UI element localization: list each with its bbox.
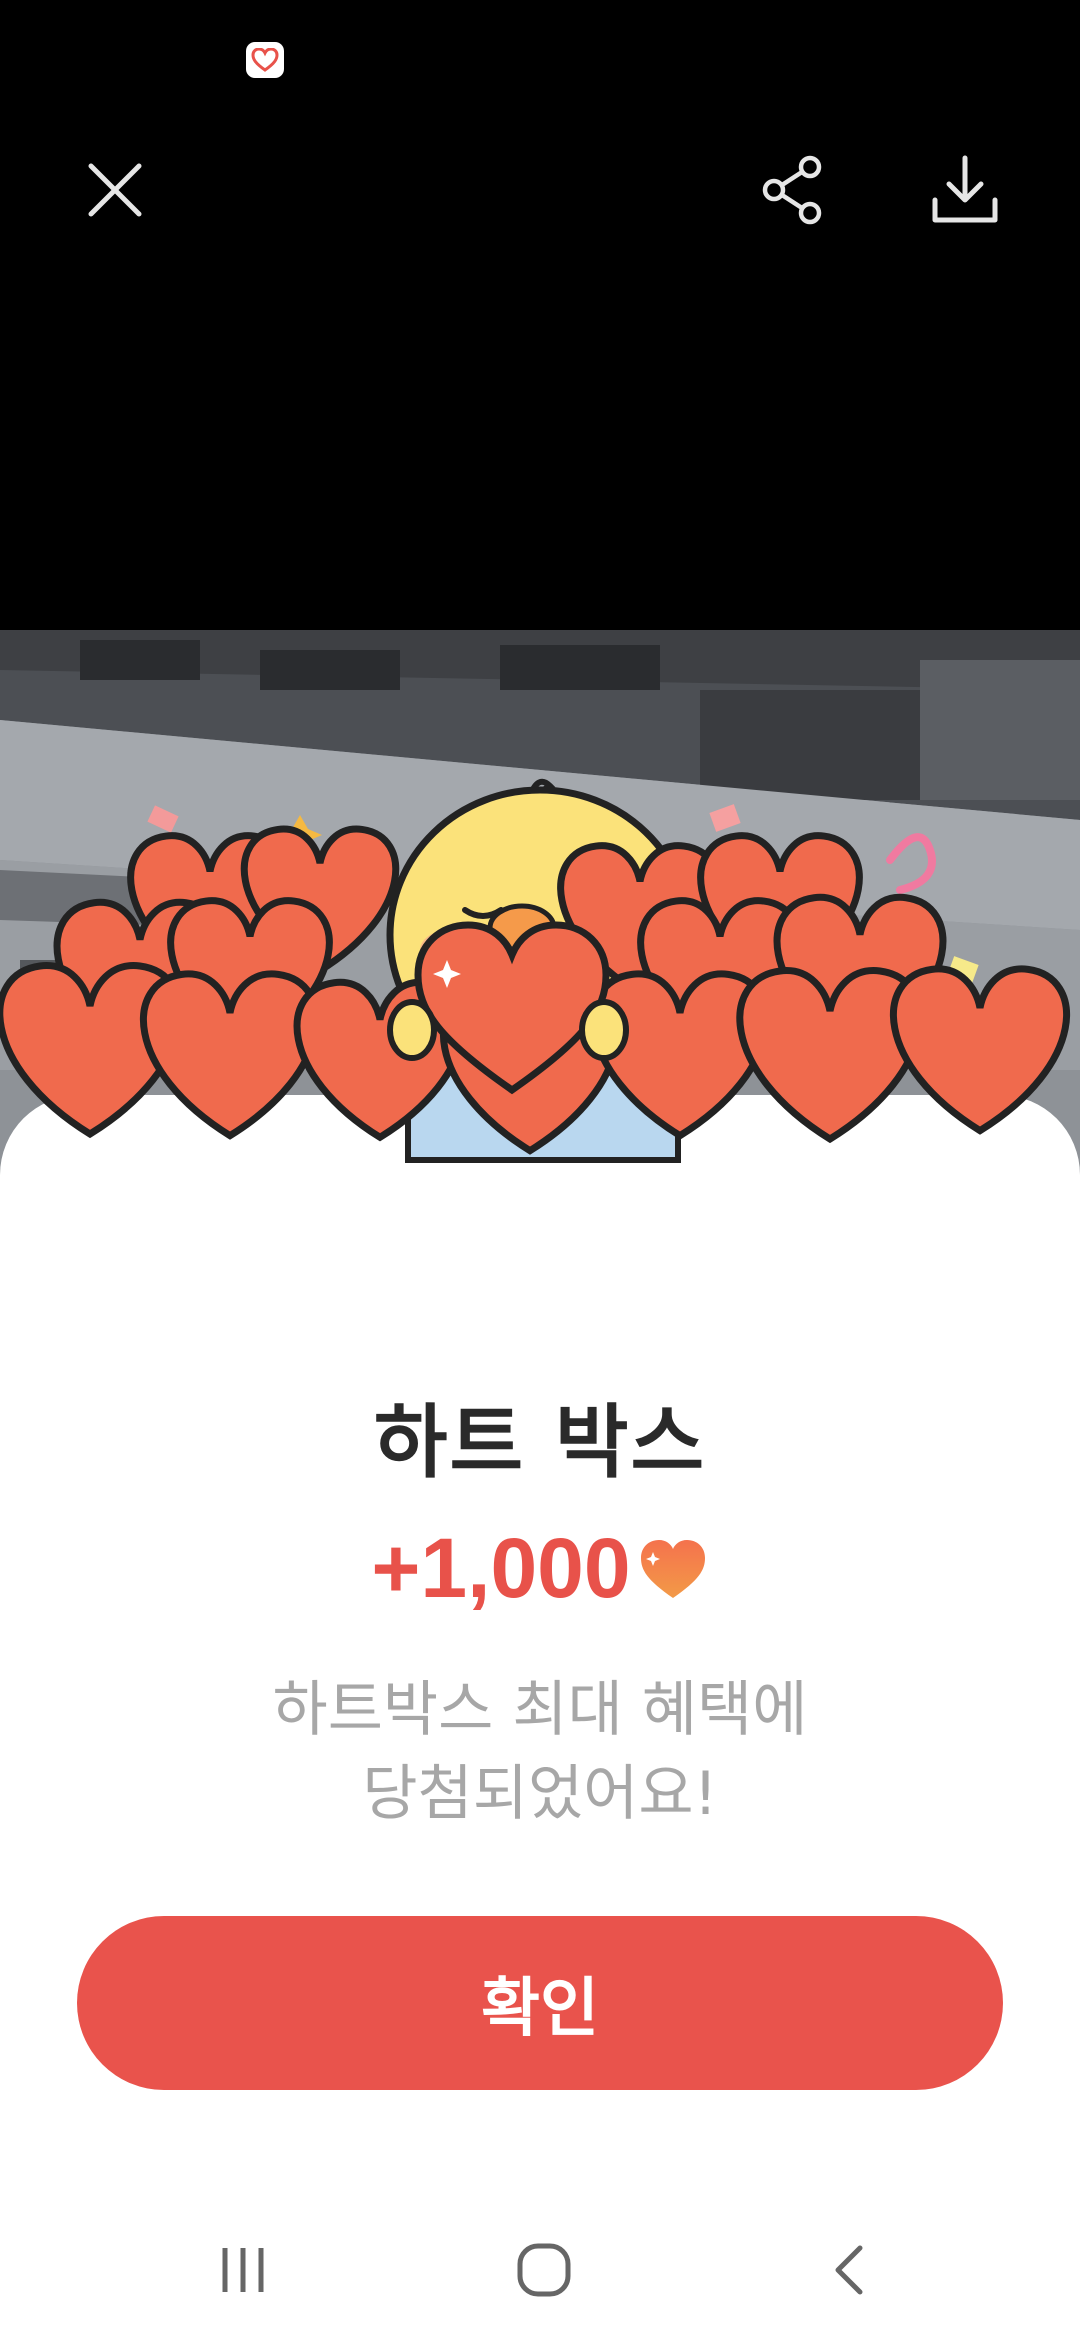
download-button[interactable] — [920, 145, 1010, 235]
heart-icon — [640, 1539, 705, 1598]
confirm-button[interactable]: 확인 — [77, 1916, 1003, 2090]
system-navigation-bar — [0, 2200, 1080, 2340]
pile-heart — [889, 965, 1071, 1135]
chick-heart-pile-illustration — [0, 760, 1080, 1280]
share-icon — [762, 155, 822, 225]
page-title: 하트 박스 — [373, 1396, 707, 1489]
reward-message-line1: 하트박스 최대 혜택에 — [272, 1675, 808, 1745]
reward-amount: +1,000 — [371, 1521, 631, 1615]
close-icon — [88, 163, 142, 217]
app-heart-icon — [246, 42, 284, 78]
back-button[interactable] — [800, 2230, 900, 2310]
home-icon — [517, 2243, 571, 2297]
reward-message: 하트박스 최대 혜택에 당첨되었어요! — [0, 1668, 1080, 1836]
reward-row: +1,000 — [0, 1520, 1080, 1617]
top-toolbar-area — [0, 0, 1080, 630]
reward-message-line2: 당첨되었어요! — [362, 1759, 718, 1829]
home-button[interactable] — [494, 2230, 594, 2310]
download-icon — [932, 155, 998, 223]
heart-box-result-screen: 하트 박스 +1,000 하트박스 최대 혜택에 당첨되었어요! 확인 — [0, 0, 1080, 2340]
share-button[interactable] — [750, 145, 840, 235]
back-icon — [835, 2245, 863, 2295]
close-button[interactable] — [70, 145, 160, 235]
recent-apps-button[interactable] — [193, 2230, 293, 2310]
recent-apps-icon — [222, 2248, 264, 2292]
